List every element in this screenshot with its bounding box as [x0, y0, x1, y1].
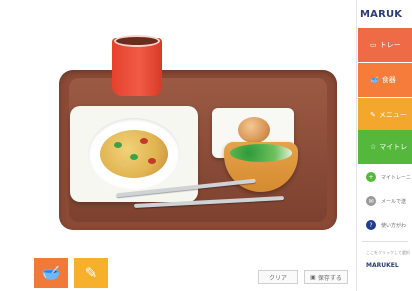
sidebar-tile-label: マイトレ	[379, 143, 408, 151]
mail-icon: ✉	[366, 196, 376, 206]
star-icon: ☆	[370, 143, 377, 151]
save-icon: ▣	[310, 273, 316, 281]
footer-logo: MARUKEL	[366, 262, 399, 269]
pasta-garnish	[140, 138, 148, 144]
bowl-icon: 🥣	[41, 264, 61, 282]
pasta-garnish	[120, 160, 128, 166]
menu-icon: ✎	[370, 111, 376, 119]
sidebar-item-label: 使い方がわ	[381, 222, 407, 229]
cup-drink	[114, 35, 160, 47]
bottom-button-menu[interactable]: ✎	[74, 258, 108, 288]
save-button[interactable]: ▣ 保存する	[304, 270, 348, 284]
sidebar-tile-label: 食器	[381, 76, 396, 84]
clear-button[interactable]: クリア	[258, 270, 298, 284]
sidebar-note: ここをクリックして選択	[366, 250, 410, 255]
bread-roll	[238, 117, 270, 143]
drink-cup[interactable]	[112, 35, 162, 96]
bottom-button-dishes[interactable]: 🥣	[34, 258, 68, 288]
sidebar-tile-label: メニュー	[378, 111, 407, 119]
save-button-label: 保存する	[317, 274, 342, 282]
pasta-plate-well	[88, 118, 180, 190]
question-icon: ?	[366, 220, 376, 230]
pasta-garnish	[114, 142, 122, 148]
plus-icon: +	[366, 172, 376, 182]
bowl-icon: 🥣	[370, 76, 379, 84]
clear-button-label: クリア	[268, 274, 287, 282]
sidebar-tile-tray[interactable]: ▭ トレー	[358, 28, 412, 62]
sidebar-divider	[362, 241, 408, 242]
menu-icon: ✎	[84, 264, 98, 282]
sidebar-tile-label: トレー	[379, 41, 401, 49]
tray-icon: ▭	[370, 41, 377, 49]
pasta-garnish	[130, 154, 138, 160]
sidebar-item-mail[interactable]: ✉ メールで送	[366, 196, 406, 206]
sidebar-item-my-tray[interactable]: + マイトレーニ	[366, 172, 411, 182]
tray-canvas	[24, 10, 354, 280]
sidebar-tile-my-tray[interactable]: ☆ マイトレ	[358, 130, 412, 164]
brand-logo: MARUK	[360, 9, 403, 20]
pasta-dish	[100, 130, 168, 178]
sidebar-item-label: マイトレーニ	[381, 174, 412, 181]
salad	[230, 144, 292, 162]
sidebar-item-help[interactable]: ? 使い方がわ	[366, 220, 406, 230]
sidebar-tile-dishes[interactable]: 🥣 食器	[358, 63, 412, 97]
sidebar-tile-menu[interactable]: ✎ メニュー	[358, 98, 412, 132]
pasta-garnish	[148, 158, 156, 164]
sidebar-item-label: メールで送	[381, 198, 407, 205]
